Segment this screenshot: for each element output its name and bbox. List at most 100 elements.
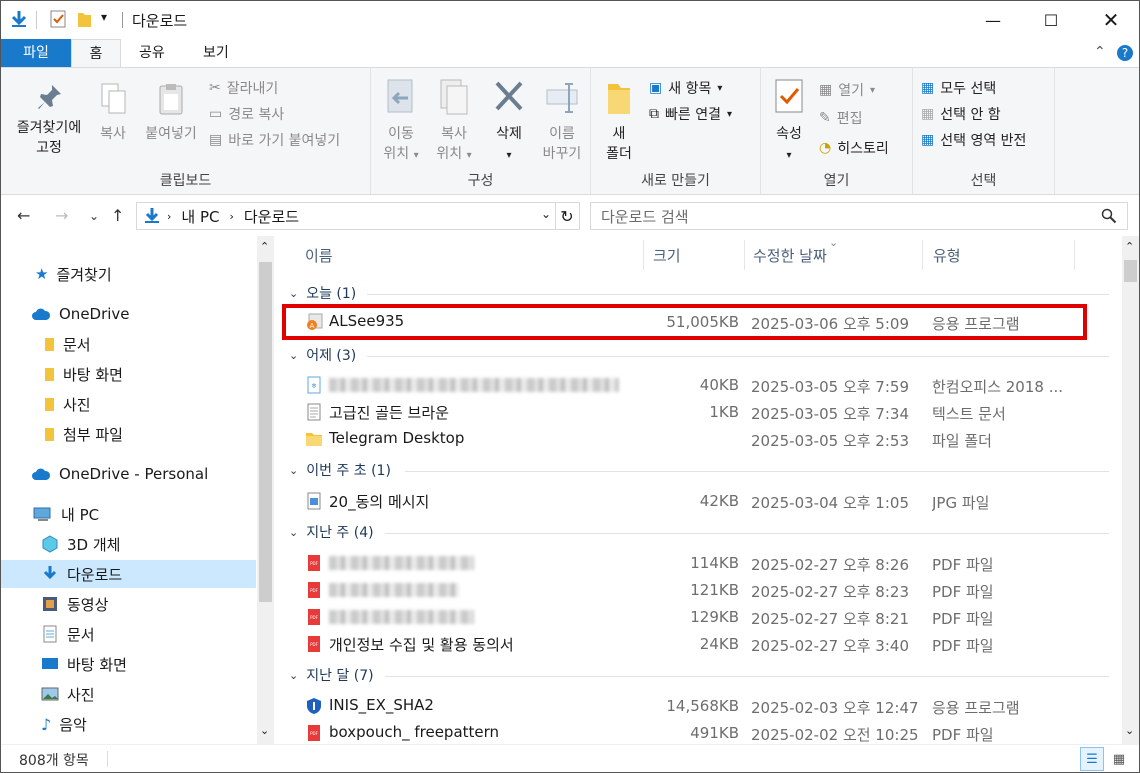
- file-row[interactable]: Telegram Desktop 2025-03-05 오후 2:53 파일 폴…: [299, 426, 1109, 453]
- breadcrumb-folder[interactable]: 다운로드: [244, 206, 299, 227]
- nav-this-pc[interactable]: 내 PC: [33, 500, 99, 528]
- forward-arrow-icon[interactable]: →: [55, 206, 68, 225]
- nav-onedrive-item[interactable]: 첨부 파일: [43, 420, 123, 448]
- nav-pc-item-downloads[interactable]: 다운로드: [1, 560, 256, 588]
- paste-shortcut-button[interactable]: ▤ 바로 가기 붙여넣기: [209, 130, 340, 150]
- edit-button[interactable]: ✎ 편집: [819, 108, 863, 128]
- search-box[interactable]: 다운로드 검색: [590, 202, 1128, 230]
- column-divider[interactable]: [744, 240, 745, 270]
- quick-access-dropdown-icon[interactable]: ▾: [101, 10, 107, 24]
- minimize-button[interactable]: —: [968, 1, 1018, 39]
- file-row[interactable]: PDF 129KB 2025-02-27 오후 8:21 PDF 파일: [299, 604, 1109, 631]
- details-view-button[interactable]: ☰: [1080, 747, 1104, 771]
- column-type-header[interactable]: 유형: [933, 245, 961, 266]
- column-date-header[interactable]: 수정한 날짜: [753, 245, 827, 266]
- tab-home[interactable]: 홈: [71, 39, 121, 69]
- scroll-down-icon[interactable]: ⌄: [1125, 724, 1134, 737]
- maximize-button[interactable]: ☐: [1026, 1, 1076, 39]
- file-row[interactable]: 20_동의 메시지 42KB 2025-03-04 오후 1:05 JPG 파일: [299, 488, 1109, 515]
- help-icon[interactable]: ?: [1116, 44, 1134, 62]
- tab-view[interactable]: 보기: [189, 39, 243, 67]
- nav-pc-item[interactable]: ♪ 음악: [41, 710, 87, 738]
- back-arrow-icon[interactable]: ←: [17, 206, 30, 225]
- address-dropdown-icon[interactable]: ⌄: [541, 207, 551, 221]
- nav-pc-item[interactable]: 사진: [41, 680, 95, 708]
- file-list-scrollbar[interactable]: ⌃ ⌄: [1122, 236, 1139, 744]
- properties-quick-icon[interactable]: [49, 9, 67, 29]
- history-icon: ◔: [819, 140, 832, 156]
- close-button[interactable]: ✕: [1086, 1, 1136, 39]
- video-icon: [43, 597, 57, 611]
- scroll-up-icon[interactable]: ⌃: [1125, 240, 1134, 253]
- delete-button[interactable]: 삭제 ▾: [489, 78, 529, 166]
- history-button[interactable]: ◔ 히스토리: [819, 138, 889, 158]
- column-divider[interactable]: [922, 240, 923, 270]
- nav-onedrive-item[interactable]: 문서: [43, 330, 91, 358]
- column-divider[interactable]: [1074, 240, 1075, 270]
- select-all-button[interactable]: ▦ 모두 선택: [921, 78, 996, 98]
- refresh-button[interactable]: ↻: [555, 202, 580, 230]
- nav-onedrive-personal[interactable]: OneDrive - Personal: [31, 460, 208, 488]
- file-row[interactable]: PDF 121KB 2025-02-27 오후 8:23 PDF 파일: [299, 577, 1109, 604]
- invert-selection-button[interactable]: ▦ 선택 영역 반전: [921, 130, 1026, 150]
- nav-onedrive-label: OneDrive: [59, 305, 130, 323]
- nav-pc-item[interactable]: 3D 개체: [41, 530, 120, 558]
- new-folder-quick-icon[interactable]: [75, 9, 93, 29]
- nav-pc-item[interactable]: 바탕 화면: [41, 650, 127, 678]
- collapse-ribbon-icon[interactable]: ⌃: [1094, 44, 1106, 60]
- cut-button[interactable]: ✂ 잘라내기: [209, 78, 278, 98]
- paste-shortcut-label: 바로 가기 붙여넣기: [228, 133, 341, 149]
- nav-pc-item[interactable]: 문서: [41, 620, 95, 648]
- new-folder-button[interactable]: 새 폴더: [599, 78, 639, 164]
- easy-access-button[interactable]: ⧉ 빠른 연결 ▾: [649, 104, 732, 124]
- file-row[interactable]: 고급진 골든 브라운 1KB 2025-03-05 오후 7:34 텍스트 문서: [299, 399, 1109, 426]
- nav-pc-item[interactable]: 동영상: [41, 590, 108, 618]
- pin-quick-access-button[interactable]: 즐겨찾기에 고정: [9, 82, 89, 158]
- file-row[interactable]: PDF boxpouch_ freepattern 491KB 2025-02-…: [299, 720, 1109, 744]
- copy-button[interactable]: 복사: [93, 82, 133, 144]
- scroll-down-icon[interactable]: ⌄: [260, 724, 269, 737]
- file-date: 2025-03-05 오후 7:59: [751, 378, 909, 396]
- paste-button[interactable]: 붙여넣기: [141, 82, 201, 144]
- tab-file[interactable]: 파일: [1, 39, 71, 67]
- copy-to-icon: [440, 79, 468, 115]
- up-arrow-icon[interactable]: ↑: [111, 206, 124, 225]
- breadcrumb-pc[interactable]: 내 PC: [181, 206, 219, 227]
- group-header-yesterday[interactable]: ⌄ 어제 (3): [289, 344, 356, 366]
- nav-onedrive-item[interactable]: 바탕 화면: [43, 360, 123, 388]
- address-bar[interactable]: › 내 PC › 다운로드 ⌄: [136, 202, 556, 230]
- open-button[interactable]: ▦ 열기 ▾: [819, 80, 875, 100]
- move-to-button[interactable]: 이동 위치 ▾: [381, 78, 421, 166]
- cut-label: 잘라내기: [226, 81, 279, 97]
- download-icon[interactable]: [9, 9, 29, 29]
- copy-path-button[interactable]: ▭ 경로 복사: [209, 104, 284, 124]
- recent-locations-icon[interactable]: ⌄: [89, 209, 99, 223]
- file-row[interactable]: PDF 114KB 2025-02-27 오후 8:26 PDF 파일: [299, 550, 1109, 577]
- nav-scrollbar[interactable]: ⌃ ⌄: [257, 236, 274, 744]
- group-header-today[interactable]: ⌄ 오늘 (1): [289, 282, 356, 304]
- nav-onedrive-item[interactable]: 사진: [43, 390, 91, 418]
- group-collapse-icon: ⌄: [289, 668, 299, 682]
- group-header-earlier-this-week[interactable]: ⌄ 이번 주 초 (1): [289, 459, 391, 481]
- file-row[interactable]: ㅎ 40KB 2025-03-05 오후 7:59 한컴오피스 2018 ...: [299, 372, 1109, 399]
- copy-to-button[interactable]: 복사 위치 ▾: [429, 78, 479, 166]
- file-scroll-thumb[interactable]: [1124, 260, 1137, 282]
- select-none-button[interactable]: ▦ 선택 안 함: [921, 104, 1001, 124]
- nav-quick-access[interactable]: ★ 즐겨찾기: [35, 260, 112, 288]
- group-header-last-month[interactable]: ⌄ 지난 달 (7): [289, 664, 374, 686]
- rename-button[interactable]: 이름 바꾸기: [537, 78, 587, 164]
- file-row[interactable]: INIS_EX_SHA2 14,568KB 2025-02-03 오후 12:4…: [299, 693, 1109, 720]
- properties-icon: [775, 79, 803, 113]
- properties-button[interactable]: 속성 ▾: [769, 78, 809, 166]
- new-item-button[interactable]: ▣ 새 항목 ▾: [649, 78, 722, 98]
- column-size-header[interactable]: 크기: [653, 245, 681, 266]
- large-icons-view-button[interactable]: ▦: [1107, 747, 1131, 771]
- column-divider[interactable]: [643, 240, 644, 270]
- nav-scroll-thumb[interactable]: [259, 262, 272, 602]
- group-header-last-week[interactable]: ⌄ 지난 주 (4): [289, 521, 374, 543]
- scroll-up-icon[interactable]: ⌃: [260, 240, 269, 253]
- column-name-header[interactable]: 이름: [305, 245, 333, 266]
- file-row[interactable]: PDF 개인정보 수집 및 활용 동의서 24KB 2025-02-27 오후 …: [299, 631, 1109, 658]
- nav-onedrive[interactable]: OneDrive: [31, 300, 130, 328]
- tab-share[interactable]: 공유: [125, 39, 179, 67]
